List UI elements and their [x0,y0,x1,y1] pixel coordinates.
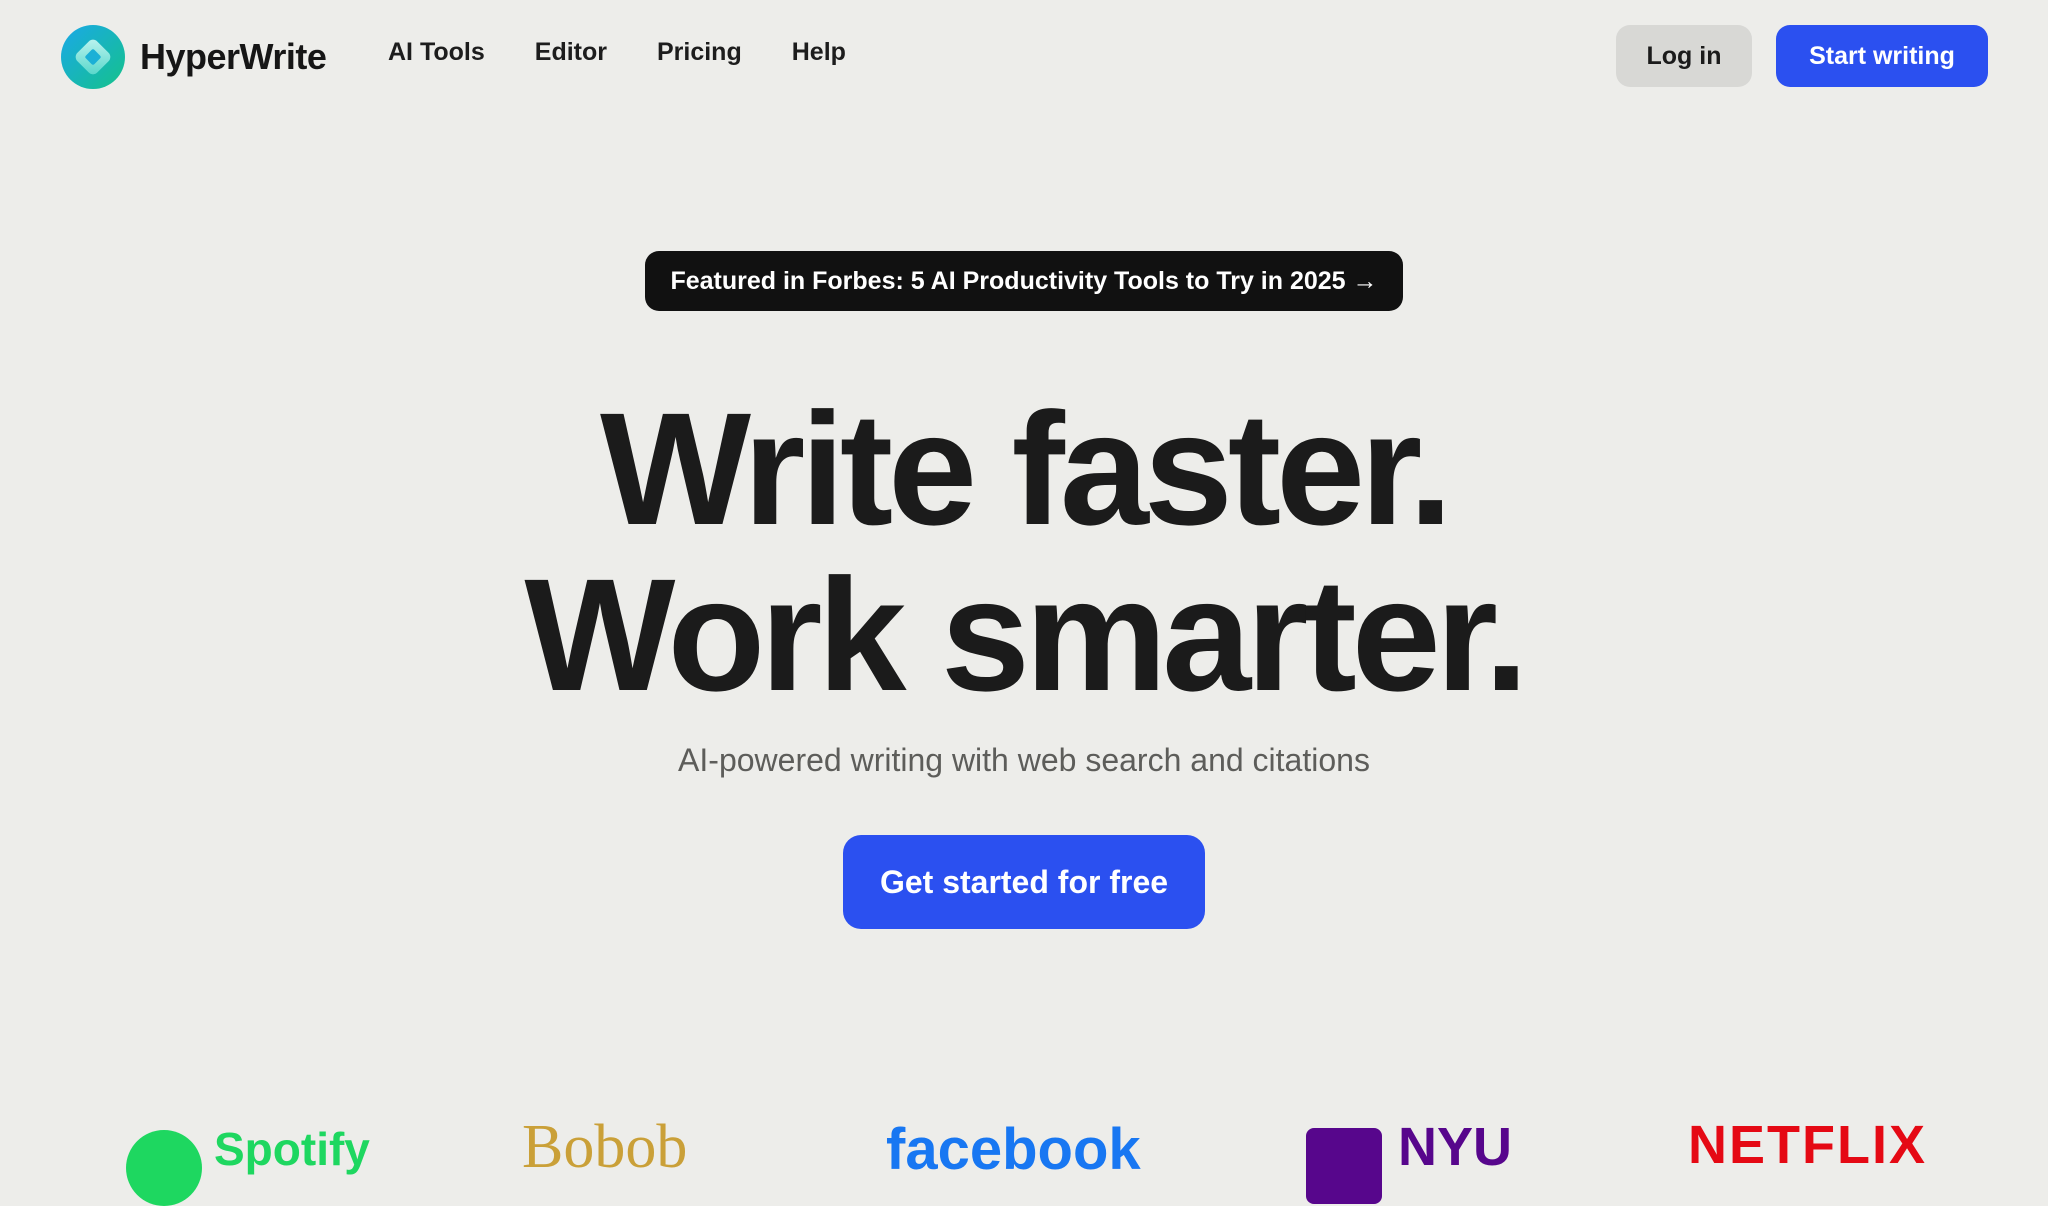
hero-title: Write faster. Work smarter. [0,386,2048,718]
nav-ai-tools[interactable]: AI Tools [388,38,485,67]
nyu-logo: NYU [1398,1117,1513,1177]
hyperwrite-logo-icon [61,25,125,89]
hero-title-line-2: Work smarter. [524,545,1528,724]
customer-logos: Spotify Bobob facebook NYU NETFLIX [0,1113,2048,1206]
site-header: HyperWrite AI Tools Editor Pricing Help … [0,0,2048,112]
netflix-logo: NETFLIX [1688,1115,1927,1175]
hero-title-line-1: Write faster. [600,379,1453,558]
spotify-logo: Spotify [214,1123,370,1175]
logo-link[interactable]: HyperWrite [60,24,327,90]
main-nav: AI Tools Editor Pricing Help [388,38,896,67]
bobob-logo: Bobob [522,1113,688,1181]
spotify-logo-icon [126,1130,202,1206]
nav-pricing[interactable]: Pricing [657,38,742,67]
nav-help[interactable]: Help [792,38,846,67]
nyu-torch-icon [1306,1128,1382,1204]
login-button[interactable]: Log in [1616,25,1752,87]
logo-text: HyperWrite [140,36,327,77]
hero-subtitle: AI-powered writing with web search and c… [678,742,1370,778]
forbes-feature-badge[interactable]: Featured in Forbes: 5 AI Productivity To… [645,251,1403,311]
nav-editor[interactable]: Editor [535,38,607,67]
get-started-button[interactable]: Get started for free [843,835,1205,929]
start-writing-button[interactable]: Start writing [1776,25,1988,87]
facebook-logo: facebook [886,1117,1141,1182]
